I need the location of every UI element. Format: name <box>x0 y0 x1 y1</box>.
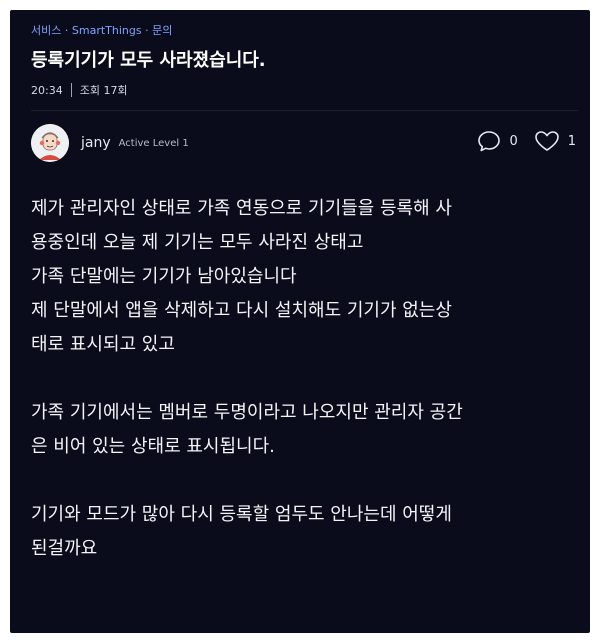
body-line: 은 비어 있는 상태로 표시됩니다. <box>31 436 275 457</box>
author-level-badge: Active Level 1 <box>118 137 189 149</box>
body-line: 용중인데 오늘 제 기기는 모두 사라진 상태고 <box>31 232 364 253</box>
breadcrumb-item-service[interactable]: 서비스 <box>31 24 61 37</box>
comment-bubble-icon <box>478 131 501 152</box>
body-line: 된걸까요 <box>31 538 98 559</box>
body-line: 제 단말에서 앱을 삭제하고 다시 설치해도 기기가 없는상 <box>31 300 452 321</box>
breadcrumb-separator: · <box>145 24 149 37</box>
heart-icon <box>534 131 559 151</box>
body-line: 제가 관리자인 상태로 가족 연동으로 기기들을 등록해 사 <box>31 198 452 219</box>
post-time: 20:34 <box>31 83 63 97</box>
breadcrumb: 서비스 · SmartThings · 문의 <box>31 22 172 38</box>
post-meta: 20:34 조회 17회 <box>31 82 128 98</box>
body-line: 가족 기기에서는 멤버로 두명이라고 나오지만 관리자 공간 <box>31 402 463 423</box>
post-body: 제가 관리자인 상태로 가족 연동으로 기기들을 등록해 사 용중인데 오늘 제… <box>31 192 576 566</box>
post-views: 조회 17회 <box>79 84 128 97</box>
body-line: 가족 단말에는 기기가 남아있습니다 <box>31 266 297 287</box>
meta-divider <box>70 83 72 97</box>
like-count: 1 <box>567 133 576 149</box>
comment-count-button[interactable]: 0 <box>477 130 518 152</box>
like-button[interactable]: 1 <box>534 130 576 152</box>
avatar-icon[interactable] <box>31 124 69 162</box>
post-title: 등록기기가 모두 사라졌습니다. <box>31 50 266 71</box>
post-stats: 0 1 <box>477 130 576 152</box>
author-row: jany Active Level 1 <box>31 123 189 163</box>
breadcrumb-item-inquiry[interactable]: 문의 <box>152 24 172 37</box>
body-line: 기기와 모드가 많아 다시 등록할 엄두도 안나는데 어떻게 <box>31 504 452 525</box>
breadcrumb-item-smartthings[interactable]: SmartThings <box>72 24 142 37</box>
breadcrumb-separator: · <box>64 24 69 37</box>
comment-count: 0 <box>509 133 518 149</box>
header-divider <box>31 110 578 111</box>
post-view: 서비스 · SmartThings · 문의 등록기기가 모두 사라졌습니다. … <box>10 10 590 633</box>
body-line: 태로 표시되고 있고 <box>31 334 175 355</box>
author-name[interactable]: jany <box>81 135 111 151</box>
